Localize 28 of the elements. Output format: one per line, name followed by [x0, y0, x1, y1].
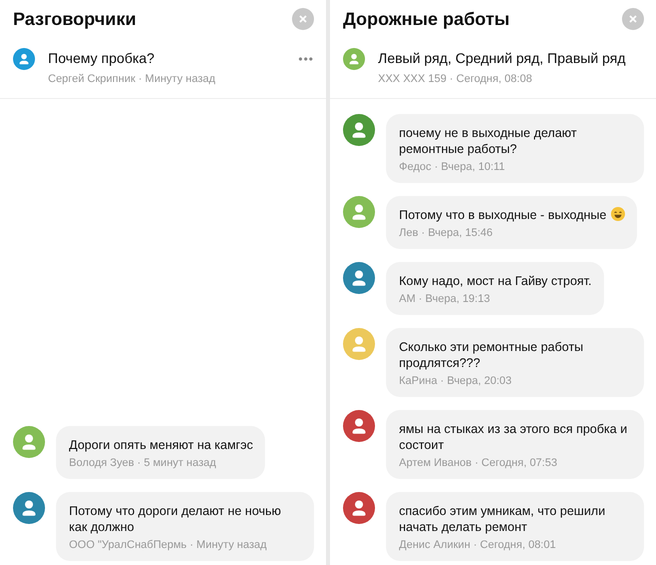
message-meta: АМ · Вчера, 19:13	[399, 293, 491, 305]
close-icon	[299, 15, 307, 23]
more-button[interactable]: •••	[298, 52, 314, 66]
message-meta: Денис Аликин · Сегодня, 08:01	[399, 539, 557, 551]
topic-title: Почему пробка?	[48, 50, 156, 66]
message-text: Потому что в выходные - выходные	[399, 207, 624, 223]
message-text: Сколько эти ремонтные работы продлятся???	[399, 339, 584, 371]
topic-meta: Сергей Скрипник · Минуту назад	[48, 73, 216, 85]
message-text: Потому что дороги делают не ночью как должно	[69, 503, 282, 535]
message-meta: Лев · Вчера, 15:46	[399, 227, 494, 239]
panel-title: Разговорчики	[13, 8, 136, 30]
message-meta: Артем Иванов · Сегодня, 07:53	[399, 457, 558, 469]
topic-meta: XXX XXX 159 · Сегодня, 08:08	[378, 73, 534, 85]
close-button[interactable]	[622, 8, 644, 30]
message-meta: Федос · Вчера, 10:11	[399, 161, 506, 173]
message-text: Дороги опять меняют на камгэс	[69, 437, 253, 453]
topic-title: Левый ряд, Средний ряд, Правый ряд	[378, 50, 627, 66]
message-meta: КаРина · Вчера, 20:03	[399, 375, 513, 387]
close-button[interactable]	[292, 8, 314, 30]
panel-title: Дорожные работы	[343, 8, 510, 30]
message-meta: Володя Зуев · 5 минут назад	[69, 457, 218, 469]
message-text: спасибо этим умникам, что решили начать делать ремонт	[399, 503, 606, 535]
grinning-face-icon	[610, 207, 624, 221]
message-text: почему не в выходные делают ремонтные работы?	[399, 125, 578, 157]
message-text: Кому надо, мост на Гайву строят.	[399, 273, 592, 289]
close-icon	[629, 15, 637, 23]
message-meta: ООО "УралСнабПермь · Минуту назад	[69, 539, 268, 551]
message-text: ямы на стыках из за этого вся пробка и состоит	[399, 421, 628, 453]
